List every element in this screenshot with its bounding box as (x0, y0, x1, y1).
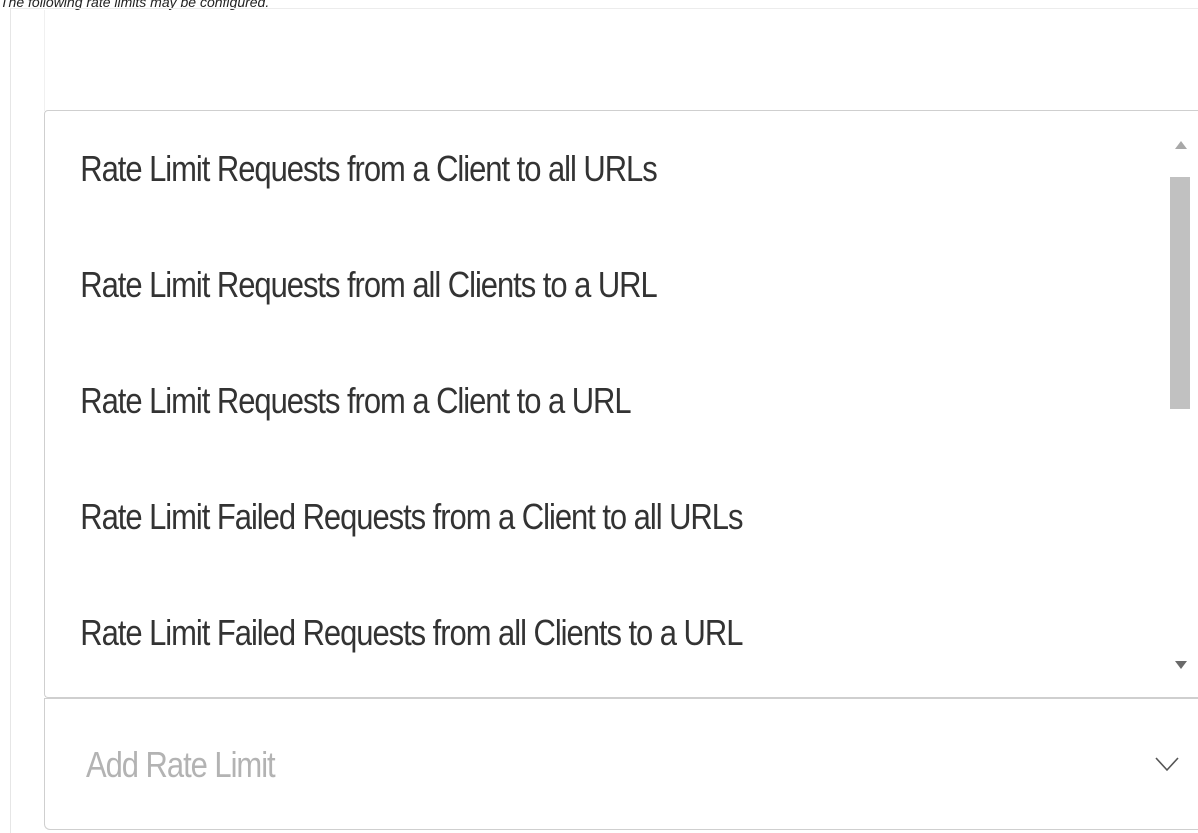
option-list: Rate Limit Requests from a Client to all… (45, 111, 1166, 697)
add-rate-limit-select[interactable]: Add Rate Limit (44, 698, 1198, 830)
scroll-thumb[interactable] (1170, 177, 1190, 409)
option-all-clients-to-url[interactable]: Rate Limit Requests from all Clients to … (45, 227, 1009, 343)
blank-area (44, 10, 1198, 111)
page: The following rate limits may be configu… (0, 0, 1198, 833)
option-failed-all-clients-to-url[interactable]: Rate Limit Failed Requests from all Clie… (45, 575, 1009, 691)
scroll-up-icon[interactable] (1175, 141, 1187, 149)
chevron-down-icon[interactable] (1154, 754, 1180, 774)
scrollbar[interactable] (1166, 111, 1198, 697)
option-client-to-url[interactable]: Rate Limit Requests from a Client to a U… (45, 343, 1009, 459)
scroll-down-icon[interactable] (1175, 661, 1187, 669)
rate-limit-options-dropdown[interactable]: Rate Limit Requests from a Client to all… (44, 110, 1198, 698)
option-failed-client-to-all-urls[interactable]: Rate Limit Failed Requests from a Client… (45, 459, 1009, 575)
add-rate-limit-placeholder: Add Rate Limit (86, 744, 276, 785)
option-client-to-all-urls[interactable]: Rate Limit Requests from a Client to all… (45, 111, 1009, 227)
